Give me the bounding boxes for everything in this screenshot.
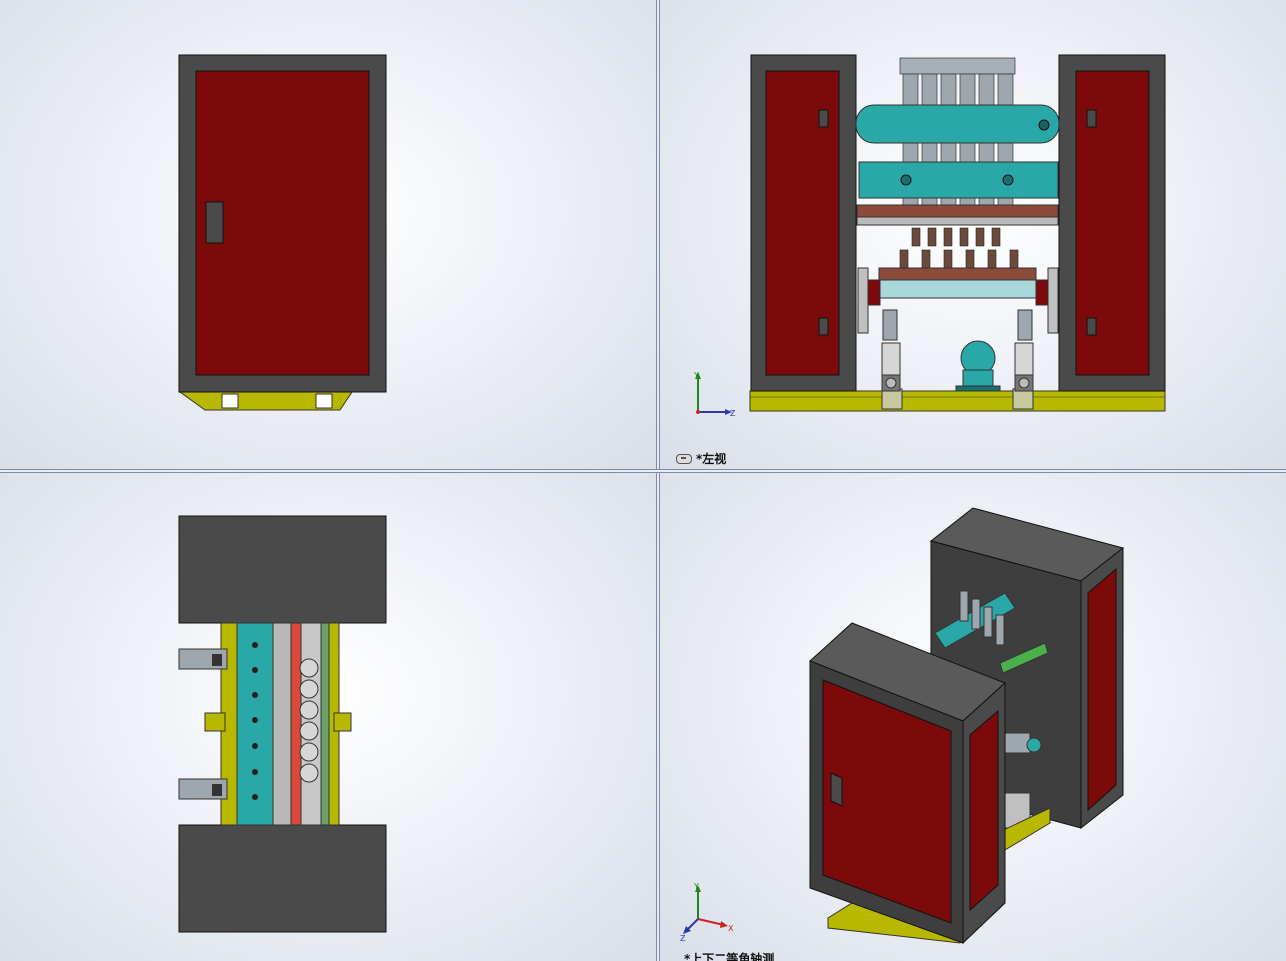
teal-cylinder xyxy=(855,104,1060,144)
viewport-splitter-horizontal[interactable] xyxy=(0,469,1286,473)
tool-pins xyxy=(899,227,1019,269)
axis-label-y: Y xyxy=(693,882,699,891)
cabinet-top xyxy=(178,515,387,624)
axis-label-z: Z xyxy=(730,409,736,418)
top-view-drawing xyxy=(178,515,387,933)
axis-label-z: Z xyxy=(680,934,686,941)
viewport-top-view[interactable] xyxy=(0,473,656,961)
base-block xyxy=(881,388,903,410)
link-view-icon[interactable] xyxy=(676,453,692,464)
viewport-left-view[interactable]: Y Z *左视 xyxy=(660,0,1286,469)
axis-label-y: Y xyxy=(693,371,699,380)
door-handle xyxy=(830,772,843,807)
lower-rail xyxy=(878,267,1037,281)
stand-left xyxy=(881,342,901,392)
brown-rail xyxy=(856,204,1059,218)
lower-plate xyxy=(878,279,1037,299)
motor xyxy=(955,340,1001,392)
isometric-drawing xyxy=(809,507,1125,945)
front-view-drawing xyxy=(178,54,387,411)
view-label-isometric[interactable]: *上下二等角轴测 xyxy=(684,950,774,961)
viewport-splitter-vertical[interactable] xyxy=(656,0,660,961)
cabinet-bottom xyxy=(178,824,387,933)
base-foot-cutout-right xyxy=(315,393,333,409)
door-handle xyxy=(205,201,224,244)
base-rail xyxy=(749,390,1166,412)
viewport-front[interactable] xyxy=(0,0,656,469)
stand-right xyxy=(1014,342,1034,392)
teal-beam xyxy=(858,161,1059,199)
base-foot-cutout-left xyxy=(221,393,239,409)
left-view-drawing xyxy=(749,54,1166,412)
viewport-isometric[interactable]: Y X Z *上下二等角轴测 xyxy=(660,473,1286,961)
axis-label-x: X xyxy=(728,924,734,933)
view-label-left[interactable]: *左视 xyxy=(676,450,726,467)
base-block xyxy=(1012,388,1034,410)
